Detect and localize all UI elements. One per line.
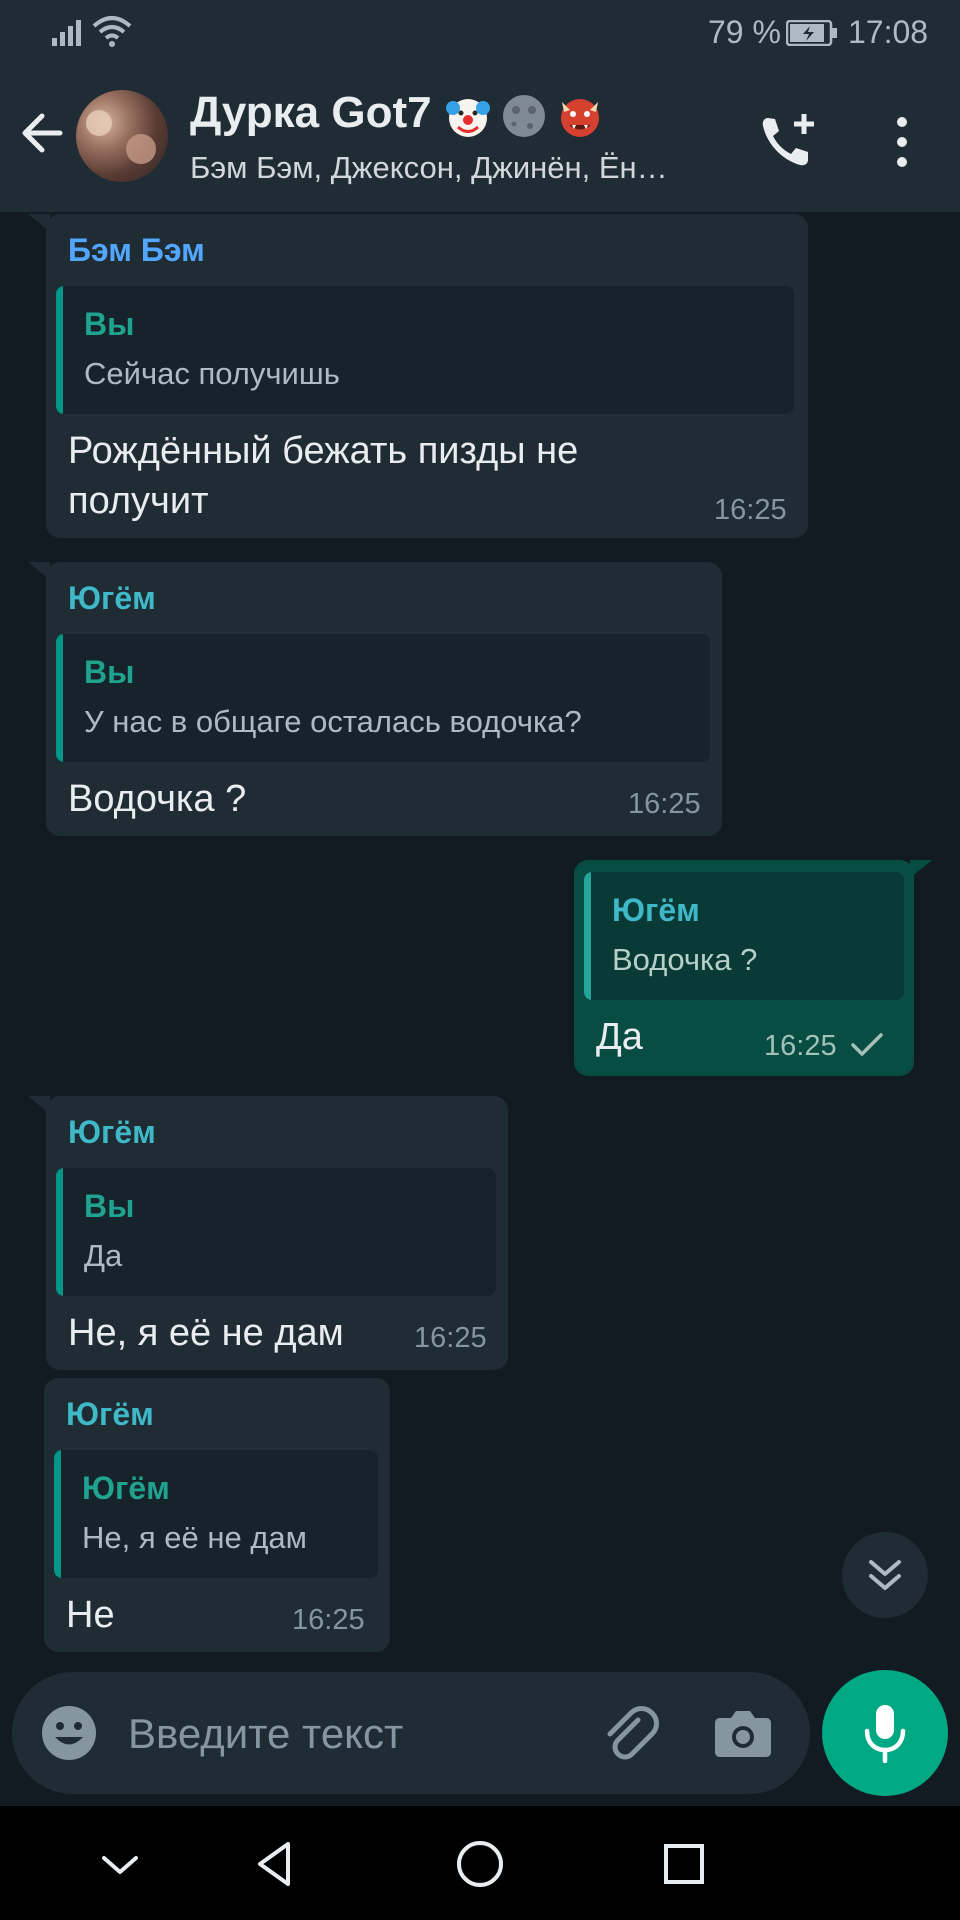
message-text-line: Не	[66, 1594, 115, 1636]
reply-quote[interactable]: Югём Не, я её не дам	[54, 1450, 378, 1578]
nav-hide-icon[interactable]	[92, 1836, 148, 1892]
quote-accent-bar	[56, 634, 63, 762]
reply-quote[interactable]: Вы Сейчас получишь	[56, 286, 794, 414]
quote-text: Сейчас получишь	[84, 356, 340, 391]
quote-text: Да	[84, 1238, 123, 1273]
message-text-line: Не, я её не дам	[68, 1312, 344, 1354]
message-input[interactable]: Введите текст	[128, 1710, 403, 1758]
message-sender: Бэм Бэм	[68, 232, 205, 268]
message-time: 16:25	[764, 1030, 837, 1062]
wifi-icon	[92, 16, 132, 47]
ogre-emoji	[561, 99, 599, 137]
system-navigation-bar	[0, 1806, 960, 1920]
message-time: 16:25	[292, 1604, 365, 1636]
quote-accent-bar	[584, 872, 591, 1000]
message-text-line: получит	[68, 480, 209, 522]
message-sender: Югём	[68, 1114, 156, 1150]
message-sender: Югём	[68, 580, 156, 616]
quote-accent-bar	[56, 286, 63, 414]
reply-quote[interactable]: Вы У нас в общаге осталась водочка?	[56, 634, 710, 762]
quote-author: Вы	[84, 1188, 135, 1224]
group-avatar[interactable]	[76, 90, 168, 182]
scroll-down-icon	[869, 1560, 901, 1590]
quote-author: Вы	[84, 306, 135, 342]
chat-title[interactable]: Дурка Got7	[190, 88, 432, 138]
nav-home-icon[interactable]	[452, 1836, 508, 1892]
message-time: 16:25	[714, 494, 787, 526]
reply-quote[interactable]: Вы Да	[56, 1168, 496, 1296]
sent-check-icon	[851, 1033, 883, 1056]
clown-face-emoji	[446, 99, 490, 137]
scroll-down-button[interactable]	[842, 1532, 928, 1618]
message-sender: Югём	[66, 1396, 154, 1432]
quote-author: Вы	[84, 654, 135, 690]
quote-text: У нас в общаге осталась водочка?	[84, 704, 582, 739]
quote-author: Югём	[612, 892, 700, 928]
mic-button[interactable]	[822, 1670, 948, 1796]
message-time: 16:25	[628, 788, 701, 820]
message-list[interactable]: Бэм Бэм Вы Сейчас получишь Рождённый беж…	[0, 212, 960, 1672]
chat-participants[interactable]: Бэм Бэм, Джексон, Джинён, Ён…	[190, 150, 730, 186]
message-bubble[interactable]: Югём Вы Да Не, я её не дам 16:25	[28, 1096, 508, 1370]
message-text-line: Рождённый бежать пизды не	[68, 430, 579, 472]
message-bubble[interactable]: Югём Вы У нас в общаге осталась водочка?…	[28, 562, 722, 836]
battery-percent: 79 %	[708, 14, 781, 50]
quote-accent-bar	[54, 1450, 61, 1578]
new-moon-face-emoji	[503, 95, 545, 137]
quote-author: Югём	[82, 1470, 170, 1506]
message-input-box[interactable]: Введите текст	[12, 1672, 810, 1794]
quote-text: Не, я её не дам	[82, 1520, 307, 1555]
mic-icon	[864, 1705, 906, 1763]
emoji-icon[interactable]	[40, 1704, 98, 1762]
quote-text: Водочка ?	[612, 942, 758, 977]
message-text-line: Да	[596, 1016, 643, 1058]
chat-header: Дурка Got7 Бэм Бэм, Джексон, Джинён, Ён…	[0, 64, 960, 212]
nav-recents-icon[interactable]	[656, 1836, 712, 1892]
status-bar: 79 % 17:08	[0, 0, 960, 64]
message-bubble[interactable]: Югём Югём Не, я её не дам Не 16:25	[44, 1378, 390, 1652]
reply-quote[interactable]: Югём Водочка ?	[584, 872, 904, 1000]
clock: 17:08	[848, 14, 929, 50]
back-arrow-icon[interactable]	[14, 104, 72, 162]
message-bubble-outgoing[interactable]: Югём Водочка ? Да 16:25	[574, 860, 932, 1076]
quote-accent-bar	[56, 1168, 63, 1296]
attach-icon[interactable]	[598, 1702, 662, 1766]
message-bubble[interactable]: Бэм Бэм Вы Сейчас получишь Рождённый беж…	[28, 214, 808, 538]
nav-back-icon[interactable]	[248, 1836, 304, 1892]
battery-charging-icon	[786, 20, 837, 46]
signal-icon	[52, 20, 81, 46]
message-time: 16:25	[414, 1322, 487, 1354]
more-vert-icon[interactable]	[880, 114, 924, 170]
message-text-line: Водочка ?	[68, 778, 247, 820]
camera-icon[interactable]	[714, 1708, 772, 1758]
add-call-icon[interactable]	[758, 110, 820, 170]
